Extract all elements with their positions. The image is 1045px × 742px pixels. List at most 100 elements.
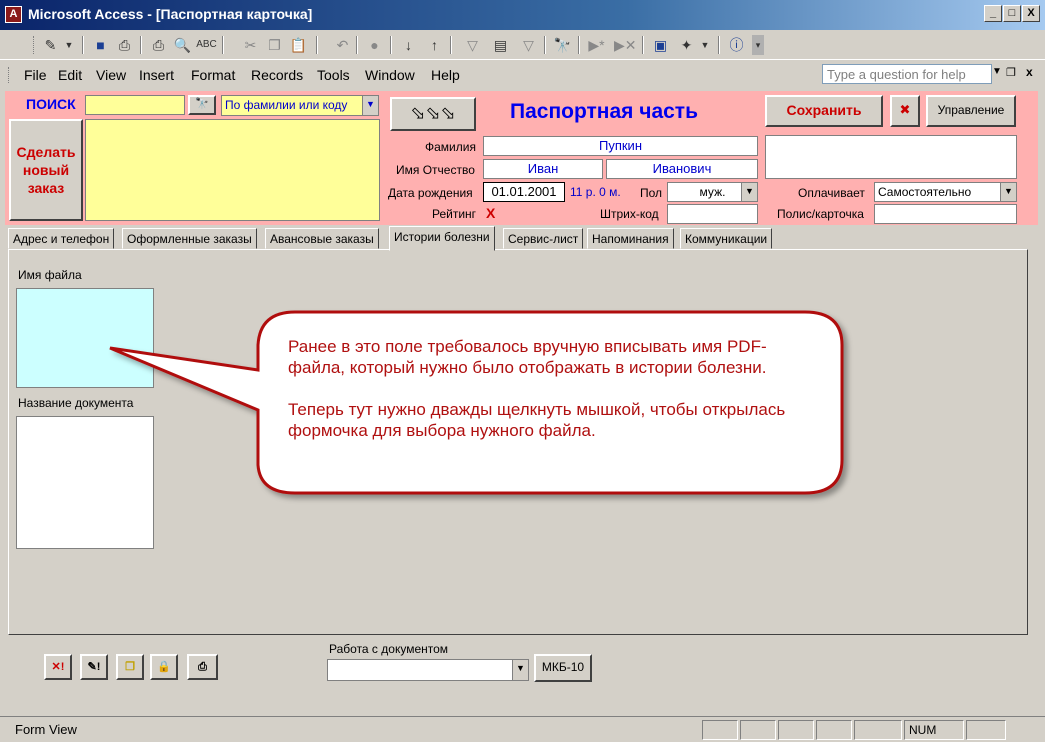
mkb-button[interactable]: МКБ-10 bbox=[534, 654, 592, 682]
info-box bbox=[765, 135, 1017, 179]
standard-toolbar: ✎ ▼ ■ ⎙ ⎙ 🔍 ABC ✂ ❐ 📋 ↶ ● ↓ ↑ ▽ ▤ ▽ 🔭 ▶*… bbox=[0, 30, 1045, 60]
tab-medical-history[interactable]: Истории болезни bbox=[389, 226, 495, 251]
policy-field[interactable] bbox=[874, 204, 1017, 224]
minimize-button[interactable]: _ bbox=[984, 5, 1002, 22]
help-icon[interactable]: ⓘ bbox=[726, 35, 747, 55]
tab-reminders[interactable]: Напоминания bbox=[587, 228, 674, 249]
barcode-field[interactable] bbox=[667, 204, 758, 224]
close-button[interactable]: X bbox=[1022, 5, 1040, 22]
status-bar: Form View NUM bbox=[0, 716, 1045, 742]
save-button[interactable]: Сохранить bbox=[765, 95, 883, 127]
dob-field[interactable]: 01.01.2001 bbox=[483, 182, 565, 202]
callout-text: Ранее в это поле требовалось вручную впи… bbox=[288, 336, 818, 441]
filter-form-icon[interactable]: ▤ bbox=[490, 35, 511, 55]
dob-label: Дата рождения bbox=[388, 186, 473, 200]
chevron-down-icon[interactable]: ▼ bbox=[992, 66, 1002, 77]
new-order-button[interactable]: Сделать новый заказ bbox=[9, 119, 83, 221]
toolbar-grip[interactable] bbox=[33, 36, 36, 54]
ask-question-input[interactable]: Type a question for help bbox=[822, 64, 992, 84]
database-window-icon[interactable]: ▣ bbox=[650, 35, 671, 55]
print-icon[interactable]: ⎙ bbox=[148, 35, 169, 55]
chevron-down-icon[interactable]: ▼ bbox=[62, 35, 76, 55]
edit-icon[interactable]: ✎! bbox=[80, 654, 108, 680]
access-app-icon[interactable]: A bbox=[5, 6, 22, 23]
copy-icon[interactable]: ❐ bbox=[116, 654, 144, 680]
copy-icon[interactable]: ❐ bbox=[264, 35, 285, 55]
tab-service-list[interactable]: Сервис-лист bbox=[503, 228, 584, 249]
close-document-icon[interactable]: x bbox=[1026, 65, 1033, 79]
sex-select[interactable]: муж. ▼ bbox=[667, 182, 758, 202]
maximize-button[interactable]: □ bbox=[1003, 5, 1021, 22]
sex-value: муж. bbox=[699, 185, 726, 199]
lock-icon[interactable]: 🔒 bbox=[150, 654, 178, 680]
file-search-icon[interactable]: ⎙ bbox=[114, 35, 135, 55]
surname-field[interactable]: Пупкин bbox=[483, 136, 758, 156]
hyperlink-icon[interactable]: ● bbox=[364, 35, 385, 55]
tab-advance-orders[interactable]: Авансовые заказы bbox=[265, 228, 379, 249]
barcode-label: Штрих-код bbox=[600, 207, 659, 221]
print-icon[interactable]: ⎙ bbox=[187, 654, 218, 680]
menu-edit[interactable]: Edit bbox=[58, 67, 82, 83]
search-go-icon[interactable]: 🔭 bbox=[188, 95, 216, 115]
view-mode-text: Form View bbox=[15, 722, 77, 737]
search-mode-select[interactable]: По фамилии или коду ▼ bbox=[221, 95, 379, 116]
sort-ascending-icon[interactable]: ↓ bbox=[398, 35, 419, 55]
view-icon[interactable]: ✎ bbox=[40, 35, 61, 55]
cancel-icon[interactable]: ✕! bbox=[44, 654, 72, 680]
payer-label: Оплачивает bbox=[798, 186, 865, 200]
menu-view[interactable]: View bbox=[96, 67, 126, 83]
passport-section-title: Паспортная часть bbox=[510, 100, 698, 123]
chevron-down-icon[interactable]: ▼ bbox=[698, 35, 712, 55]
search-input[interactable] bbox=[85, 95, 185, 115]
menu-help[interactable]: Help bbox=[431, 67, 460, 83]
delete-record-icon[interactable]: ▶✕ bbox=[614, 35, 637, 55]
chevron-down-icon[interactable]: ▼ bbox=[741, 183, 757, 201]
payer-value: Самостоятельно bbox=[878, 185, 972, 199]
menu-window[interactable]: Window bbox=[365, 67, 415, 83]
rating-label: Рейтинг bbox=[432, 207, 477, 221]
print-preview-icon[interactable]: 🔍 bbox=[172, 35, 193, 55]
save-icon[interactable]: ■ bbox=[90, 35, 111, 55]
menu-records[interactable]: Records bbox=[251, 67, 303, 83]
callout-paragraph-2: Теперь тут нужно дважды щелкнуть мышкой,… bbox=[288, 400, 786, 440]
surname-label: Фамилия bbox=[425, 140, 476, 154]
patronymic-field[interactable]: Иванович bbox=[606, 159, 758, 179]
undo-icon[interactable]: ↶ bbox=[332, 35, 353, 55]
tab-orders[interactable]: Оформленные заказы bbox=[122, 228, 257, 249]
new-object-icon[interactable]: ✦ bbox=[676, 35, 697, 55]
menu-insert[interactable]: Insert bbox=[139, 67, 174, 83]
paste-icon[interactable]: 📋 bbox=[288, 35, 309, 55]
spelling-icon[interactable]: ABC bbox=[196, 35, 217, 55]
document-work-select[interactable]: ▼ bbox=[327, 659, 529, 681]
filter-selection-icon[interactable]: ▽ bbox=[462, 35, 483, 55]
manage-button[interactable]: Управление bbox=[926, 95, 1016, 127]
navigate-arrows-button[interactable]: ⬂⬂⬂ bbox=[390, 97, 476, 131]
menu-file[interactable]: File bbox=[24, 67, 47, 83]
restore-window-icon[interactable]: ❐ bbox=[1006, 66, 1016, 79]
menu-grip[interactable] bbox=[8, 67, 11, 83]
tab-communications[interactable]: Коммуникации bbox=[680, 228, 773, 249]
tab-address-phone[interactable]: Адрес и телефон bbox=[8, 228, 115, 249]
name-label: Имя Отчество bbox=[396, 163, 475, 177]
window-title: Microsoft Access - [Паспортная карточка] bbox=[28, 6, 313, 22]
apply-filter-icon[interactable]: ▽ bbox=[518, 35, 539, 55]
find-icon[interactable]: 🔭 bbox=[552, 35, 573, 55]
delete-icon[interactable]: ✖ bbox=[890, 95, 920, 127]
sex-label: Пол bbox=[640, 186, 663, 200]
toolbar-options-icon[interactable]: ▾ bbox=[752, 35, 764, 55]
menu-format[interactable]: Format bbox=[191, 67, 235, 83]
first-name-field[interactable]: Иван bbox=[483, 159, 603, 179]
chevron-down-icon[interactable]: ▼ bbox=[512, 660, 528, 680]
callout-paragraph-1: Ранее в это поле требовалось вручную впи… bbox=[288, 337, 767, 377]
new-record-icon[interactable]: ▶* bbox=[586, 35, 607, 55]
menu-tools[interactable]: Tools bbox=[317, 67, 350, 83]
notes-textarea[interactable] bbox=[85, 119, 380, 221]
age-text: 11 р. 0 м. bbox=[570, 185, 621, 199]
patient-header-panel: ПОИСК 🔭 По фамилии или коду ▼ Сделать но… bbox=[5, 91, 1038, 225]
rating-value: X bbox=[486, 205, 496, 221]
payer-select[interactable]: Самостоятельно ▼ bbox=[874, 182, 1017, 202]
chevron-down-icon[interactable]: ▼ bbox=[362, 96, 378, 115]
chevron-down-icon[interactable]: ▼ bbox=[1000, 183, 1016, 201]
sort-descending-icon[interactable]: ↑ bbox=[424, 35, 445, 55]
cut-icon[interactable]: ✂ bbox=[240, 35, 261, 55]
